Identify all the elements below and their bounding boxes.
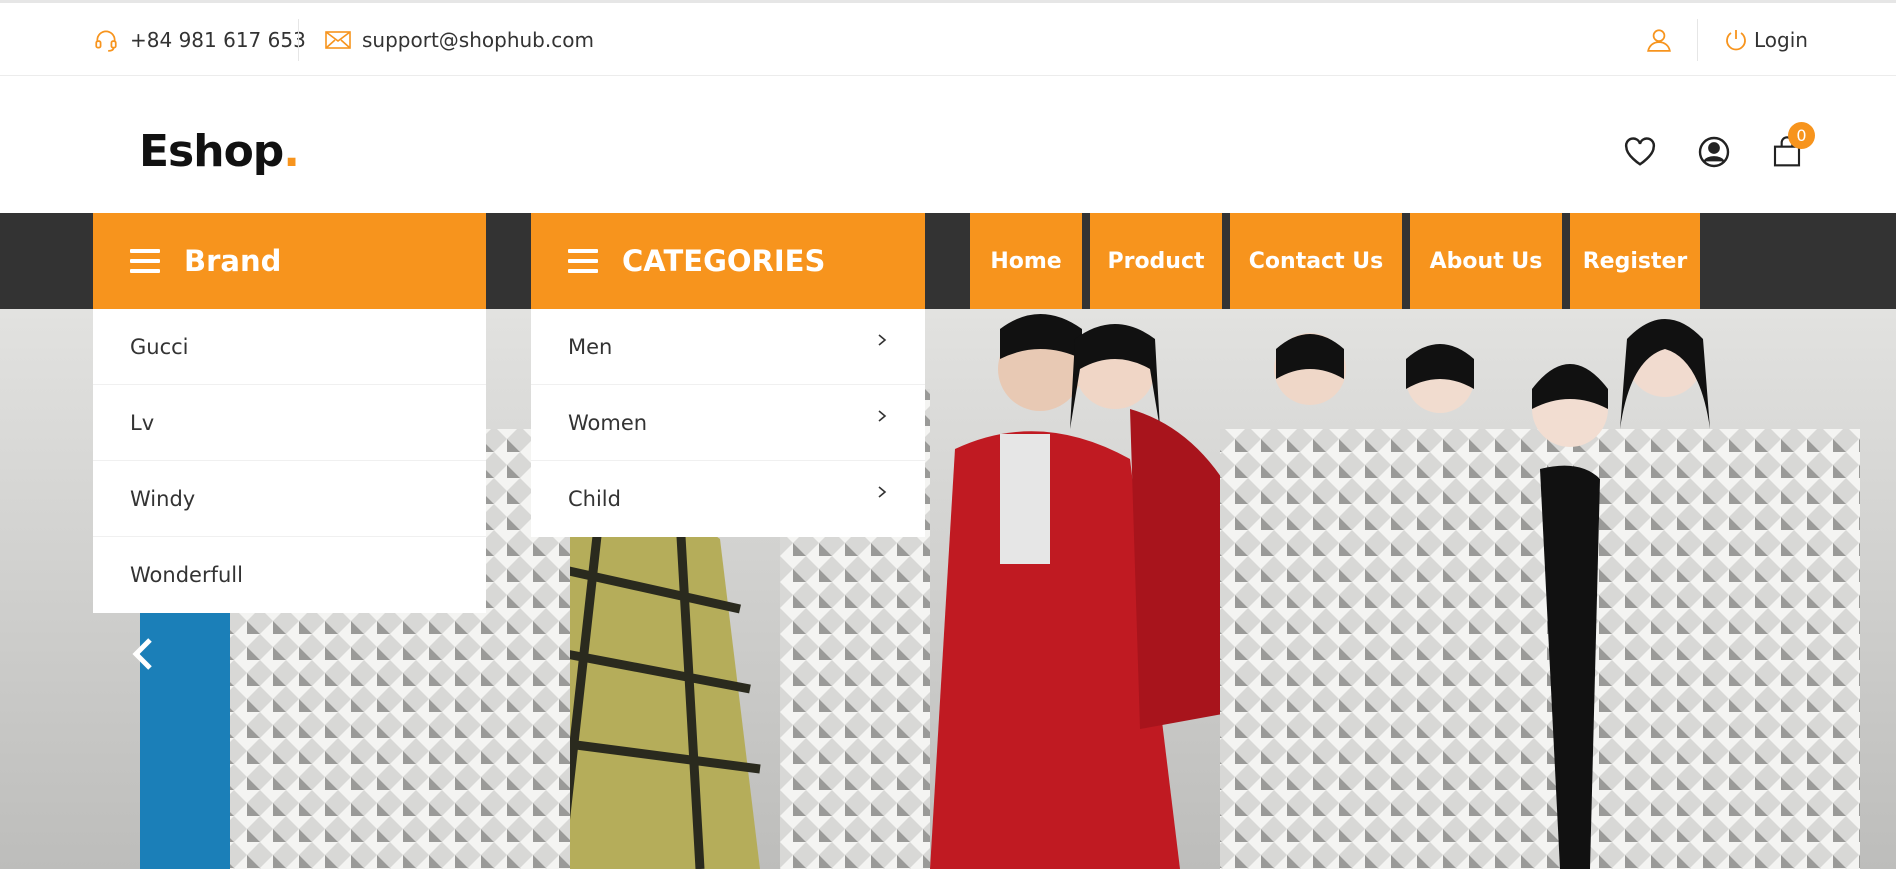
brand-item[interactable]: Lv bbox=[93, 385, 486, 461]
category-label: Child bbox=[568, 487, 621, 511]
topbar-user[interactable] bbox=[1645, 3, 1683, 76]
logo-text: Eshop bbox=[139, 126, 284, 177]
nav-about-us[interactable]: About Us bbox=[1410, 213, 1562, 309]
login-link[interactable]: Login bbox=[1722, 3, 1808, 76]
chevron-right-icon bbox=[878, 410, 887, 422]
topbar: +84 981 617 653 support@shophub.com Logi… bbox=[0, 0, 1896, 76]
cart-count-badge: 0 bbox=[1788, 122, 1815, 149]
primary-menu: Home Product Contact Us About Us Registe… bbox=[0, 213, 1896, 309]
topbar-email[interactable]: support@shophub.com bbox=[324, 3, 594, 76]
nav-contact-us[interactable]: Contact Us bbox=[1230, 213, 1402, 309]
nav-product[interactable]: Product bbox=[1090, 213, 1222, 309]
category-label: Men bbox=[568, 334, 613, 359]
topbar-divider bbox=[1697, 19, 1698, 61]
nav-home[interactable]: Home bbox=[970, 213, 1082, 309]
brand-item[interactable]: Windy bbox=[93, 461, 486, 537]
categories-dropdown: Men Women Child bbox=[531, 309, 925, 537]
topbar-phone[interactable]: +84 981 617 653 bbox=[92, 3, 306, 76]
header: Eshop. 0 bbox=[0, 76, 1896, 213]
logo-dot: . bbox=[283, 126, 300, 177]
headset-icon bbox=[92, 26, 120, 54]
user-icon bbox=[1645, 26, 1673, 54]
email-text: support@shophub.com bbox=[362, 27, 594, 52]
topbar-divider bbox=[298, 19, 299, 61]
site-logo[interactable]: Eshop. bbox=[139, 126, 300, 177]
power-icon bbox=[1722, 26, 1750, 54]
category-item-child[interactable]: Child bbox=[531, 461, 925, 537]
heart-icon bbox=[1624, 137, 1656, 166]
brand-item[interactable]: Wonderfull bbox=[93, 537, 486, 613]
category-item-men[interactable]: Men bbox=[531, 309, 925, 385]
account-button[interactable] bbox=[1696, 134, 1732, 170]
login-label: Login bbox=[1754, 27, 1808, 52]
chevron-right-icon bbox=[878, 486, 887, 498]
category-label: Women bbox=[568, 410, 648, 435]
category-item-women[interactable]: Women bbox=[531, 385, 925, 461]
brand-dropdown: Gucci Lv Windy Wonderfull bbox=[93, 309, 486, 613]
slider-prev-button[interactable] bbox=[128, 634, 158, 674]
chevron-right-icon bbox=[878, 334, 887, 346]
mail-icon bbox=[324, 26, 352, 54]
phone-text: +84 981 617 653 bbox=[130, 27, 306, 52]
nav-register[interactable]: Register bbox=[1570, 213, 1700, 309]
brand-item[interactable]: Gucci bbox=[93, 309, 486, 385]
wishlist-button[interactable] bbox=[1622, 134, 1658, 170]
account-circle-icon bbox=[1698, 136, 1730, 168]
